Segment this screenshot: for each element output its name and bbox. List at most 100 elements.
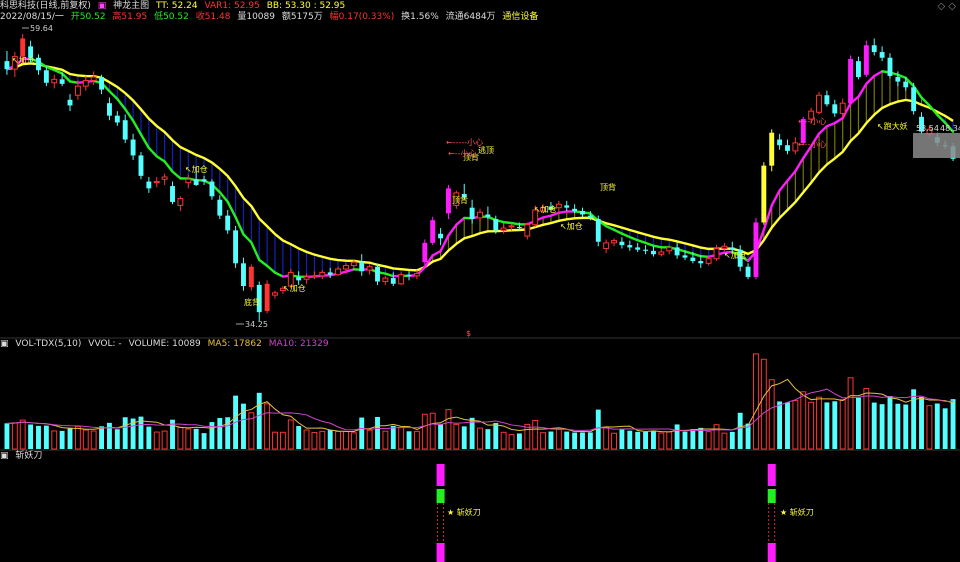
candle[interactable]: [375, 263, 380, 285]
candle[interactable]: [359, 254, 365, 276]
candle[interactable]: [382, 275, 389, 285]
candle[interactable]: [785, 139, 790, 155]
candle[interactable]: [713, 245, 720, 262]
candle[interactable]: [619, 237, 625, 249]
candle[interactable]: [201, 175, 207, 185]
candle[interactable]: [106, 97, 112, 121]
candle[interactable]: [335, 266, 342, 276]
candle[interactable]: [603, 239, 610, 254]
window-control-icons[interactable]: ◇ ◇: [937, 1, 956, 12]
candle[interactable]: [217, 195, 223, 220]
candle-body: [721, 245, 728, 250]
candle[interactable]: [500, 224, 507, 234]
candle[interactable]: [319, 270, 326, 280]
candle[interactable]: [406, 271, 412, 281]
candle[interactable]: [469, 199, 475, 224]
candle[interactable]: [248, 264, 254, 291]
candle[interactable]: [627, 240, 633, 251]
candle[interactable]: [816, 91, 822, 115]
candle[interactable]: [4, 50, 10, 75]
quote-sector[interactable]: 通信设备: [502, 12, 538, 22]
candle[interactable]: [185, 174, 192, 189]
candle[interactable]: [114, 111, 120, 126]
candle[interactable]: [729, 241, 735, 251]
candle[interactable]: [327, 267, 333, 279]
candle[interactable]: [824, 90, 830, 107]
candle[interactable]: [871, 38, 877, 56]
candle[interactable]: [651, 246, 656, 257]
candle[interactable]: [643, 245, 649, 255]
candle[interactable]: [524, 222, 531, 240]
candle-body: [170, 186, 175, 202]
candle[interactable]: [753, 217, 759, 280]
candle[interactable]: [658, 248, 665, 257]
candle[interactable]: [674, 242, 680, 259]
candle[interactable]: [241, 257, 246, 291]
quote-change: 幅0.17(0.33%): [329, 12, 395, 22]
candle-body: [895, 77, 901, 82]
candle[interactable]: [911, 82, 917, 115]
candle[interactable]: [564, 200, 570, 212]
candle[interactable]: [848, 55, 854, 106]
candle[interactable]: [879, 46, 885, 62]
candle[interactable]: [580, 207, 585, 217]
candle[interactable]: [745, 263, 751, 280]
quote-date: 2022/08/15/一: [0, 12, 64, 22]
fast-trend-segment: [124, 107, 135, 122]
candle[interactable]: [635, 242, 641, 252]
candle[interactable]: [99, 74, 104, 95]
candle[interactable]: [90, 71, 97, 86]
candle[interactable]: [67, 94, 73, 112]
candle[interactable]: [769, 129, 775, 172]
candle[interactable]: [438, 228, 444, 246]
candle[interactable]: [170, 181, 175, 205]
candle[interactable]: [161, 173, 168, 185]
candlestick-layer[interactable]: [4, 33, 956, 322]
candle[interactable]: [225, 209, 231, 234]
candle[interactable]: [777, 133, 783, 150]
candle[interactable]: [138, 152, 144, 180]
fast-trend-segment: [171, 170, 182, 180]
candle[interactable]: [863, 40, 869, 78]
candle[interactable]: [122, 114, 128, 143]
candle[interactable]: [130, 133, 136, 160]
candle-body: [430, 220, 436, 243]
candle-body: [627, 245, 633, 248]
candle[interactable]: [36, 54, 41, 75]
candle[interactable]: [446, 184, 451, 220]
candle[interactable]: [193, 172, 199, 187]
candle[interactable]: [832, 99, 838, 117]
candle[interactable]: [366, 264, 373, 275]
candle-body: [303, 276, 310, 280]
volume-bar: [106, 422, 112, 449]
candle[interactable]: [761, 162, 767, 225]
candle-body: [658, 251, 665, 255]
candle[interactable]: [153, 177, 160, 188]
candle[interactable]: [398, 272, 405, 285]
candle[interactable]: [177, 196, 184, 212]
candle[interactable]: [209, 179, 215, 200]
candle[interactable]: [422, 239, 428, 266]
candle[interactable]: [887, 53, 893, 79]
stock-chart-canvas[interactable]: 59.64 34.25 48.34 53.54 ↖加仓 ↖加仓 ↖加仓 ↖加仓 …: [0, 0, 960, 562]
volume-bar: [375, 416, 380, 449]
candle[interactable]: [477, 208, 483, 223]
candle-body: [839, 102, 846, 114]
candle[interactable]: [146, 177, 152, 193]
volume-bars-layer[interactable]: [4, 353, 956, 450]
candle[interactable]: [82, 75, 89, 91]
candle[interactable]: [51, 74, 58, 89]
candle[interactable]: [296, 271, 302, 285]
candle[interactable]: [303, 273, 310, 284]
candle[interactable]: [611, 238, 617, 247]
price-tag-right: 48.34: [940, 124, 960, 133]
candle[interactable]: [430, 216, 436, 246]
jiacang-label-2: ↖加仓: [185, 164, 208, 174]
candle-body: [248, 266, 254, 288]
candle[interactable]: [272, 290, 278, 299]
candle-body: [619, 241, 625, 246]
candle[interactable]: [264, 280, 270, 314]
candle[interactable]: [233, 225, 239, 268]
candle[interactable]: [595, 215, 601, 247]
candle[interactable]: [856, 56, 861, 80]
